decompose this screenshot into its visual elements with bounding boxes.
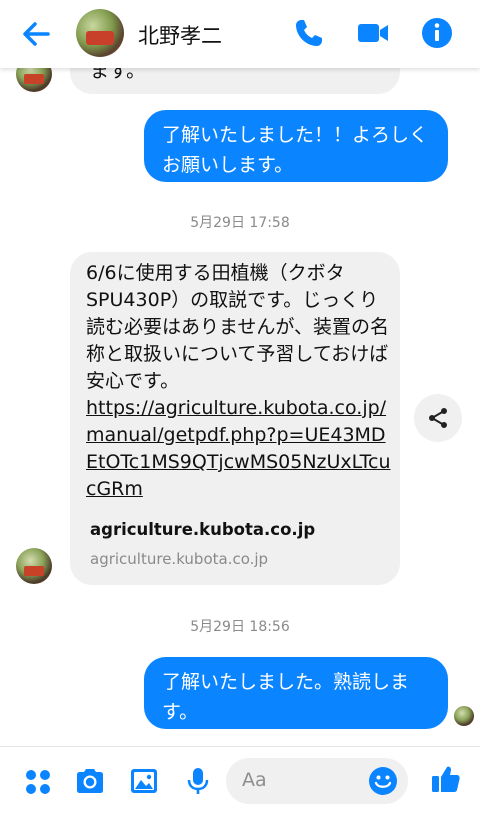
thumbs-up-icon[interactable]	[430, 763, 462, 795]
message-text: 了解いたしました。熟読します。	[162, 671, 410, 723]
seen-indicator-avatar	[454, 706, 474, 726]
incoming-message-bubble[interactable]: 6/6に使用する田植機（クボタSPU430P）の取説です。じっくり読む必要はあり…	[70, 252, 400, 585]
message-input[interactable]: Aa	[226, 758, 408, 804]
message-text: 6/6に使用する田植機（クボタSPU430P）の取説です。じっくり読む必要はあり…	[86, 262, 390, 392]
info-icon[interactable]	[420, 16, 454, 50]
message-composer: Aa	[0, 746, 480, 816]
outgoing-message-bubble[interactable]: 了解いたしました。熟読します。	[144, 657, 448, 729]
message-body: 6/6に使用する田植機（クボタSPU430P）の取説です。じっくり読む必要はあり…	[86, 260, 391, 503]
back-arrow-icon[interactable]	[18, 16, 54, 52]
share-icon	[429, 408, 447, 428]
apps-grid-icon[interactable]	[22, 766, 54, 798]
message-input-placeholder: Aa	[242, 769, 267, 791]
video-camera-icon[interactable]	[356, 16, 390, 50]
phone-icon[interactable]	[292, 16, 326, 50]
share-button[interactable]	[414, 394, 462, 442]
image-icon[interactable]	[128, 765, 160, 797]
camera-icon[interactable]	[74, 765, 106, 797]
message-link[interactable]: https://agriculture.kubota.co.jp/manual/…	[86, 397, 391, 500]
sender-avatar[interactable]	[16, 548, 52, 584]
link-preview-domain: agriculture.kubota.co.jp	[90, 550, 269, 568]
message-timestamp: 5月29日 18:56	[190, 619, 290, 635]
contact-avatar[interactable]	[76, 9, 124, 57]
emoji-icon[interactable]	[368, 766, 398, 796]
message-timestamp: 5月29日 17:58	[190, 215, 290, 231]
contact-name[interactable]: 北野孝二	[138, 20, 222, 50]
outgoing-message-bubble[interactable]: 了解いたしました！！よろしくお願いします。	[144, 110, 448, 182]
message-text: 了解いたしました！！よろしくお願いします。	[162, 124, 429, 176]
link-preview-title[interactable]: agriculture.kubota.co.jp	[90, 520, 315, 539]
conversation-header: 北野孝二	[0, 0, 480, 68]
microphone-icon[interactable]	[182, 765, 214, 797]
